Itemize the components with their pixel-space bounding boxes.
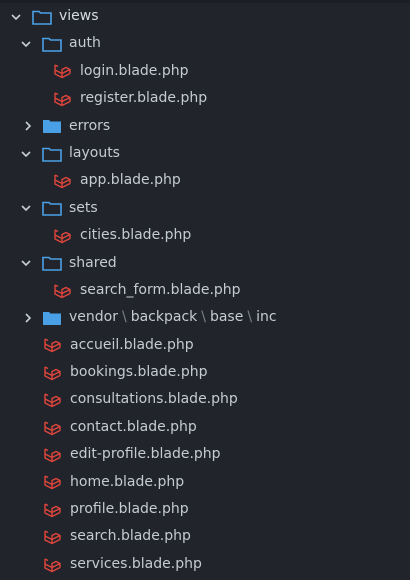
folder-label: layouts (69, 144, 120, 161)
folder-icon (42, 304, 62, 331)
path-separator: \ (247, 309, 253, 326)
file-label: profile.blade.php (70, 501, 189, 518)
tree-file[interactable]: search_form.blade.php (0, 277, 410, 304)
file-label: consultations.blade.php (70, 391, 238, 408)
file-label: search.blade.php (70, 528, 191, 545)
folder-label: views (59, 8, 99, 24)
chevron-right-icon[interactable] (22, 304, 34, 331)
laravel-icon (53, 85, 73, 112)
folder-label: errors (69, 117, 111, 134)
file-label: search_form.blade.php (80, 281, 241, 298)
tree-folder-errors[interactable]: errors (0, 113, 410, 140)
tree-file[interactable]: contact.blade.php (0, 414, 410, 441)
folder-open-icon (42, 195, 62, 222)
file-label: contact.blade.php (70, 418, 197, 435)
chevron-down-icon[interactable] (20, 140, 32, 167)
path-separator: \ (201, 309, 206, 326)
tree-file[interactable]: edit-profile.blade.php (0, 441, 410, 468)
tree-file[interactable]: search.blade.php (0, 523, 410, 550)
file-label: accueil.blade.php (70, 336, 194, 353)
tree-file[interactable]: bookings.blade.php (0, 359, 410, 386)
tree-file[interactable]: register.blade.php (0, 85, 410, 112)
tree-file[interactable]: login.blade.php (0, 58, 410, 85)
folder-open-icon (42, 30, 62, 57)
compact-folder-path: vendor \ backpack \ base \ inc (69, 304, 277, 331)
tree-file[interactable]: home.blade.php (0, 469, 410, 496)
folder-open-icon (42, 250, 62, 277)
path-segment: backpack (130, 309, 198, 326)
laravel-icon (43, 414, 63, 441)
folder-label: shared (69, 254, 117, 271)
file-label: services.blade.php (70, 555, 202, 572)
chevron-down-icon[interactable] (20, 195, 32, 222)
laravel-icon (43, 386, 63, 413)
tree-folder-views[interactable]: views (0, 3, 410, 30)
tree-file[interactable]: accueil.blade.php (0, 332, 410, 359)
file-tree: views auth login.blade.php register.blad… (0, 3, 410, 578)
path-segment: base (209, 309, 244, 326)
chevron-right-icon[interactable] (22, 113, 34, 140)
laravel-icon (43, 359, 63, 386)
tree-folder-shared[interactable]: shared (0, 250, 410, 277)
laravel-icon (43, 496, 63, 523)
laravel-icon (43, 469, 63, 496)
laravel-icon (43, 332, 63, 359)
laravel-icon (53, 277, 73, 304)
laravel-icon (53, 167, 73, 194)
tree-file[interactable]: profile.blade.php (0, 496, 410, 523)
file-label: register.blade.php (80, 90, 208, 107)
path-separator: \ (121, 309, 127, 326)
chevron-down-icon[interactable] (20, 250, 32, 277)
file-label: app.blade.php (80, 172, 181, 189)
chevron-down-icon[interactable] (10, 3, 22, 30)
folder-icon (42, 113, 62, 140)
laravel-icon (43, 551, 63, 578)
tree-folder-layouts[interactable]: layouts (0, 140, 410, 167)
folder-open-icon (32, 3, 52, 30)
path-segment: inc (256, 309, 277, 326)
path-segment: vendor (69, 309, 118, 326)
laravel-icon (43, 523, 63, 550)
chevron-down-icon[interactable] (20, 30, 32, 57)
file-label: login.blade.php (80, 62, 189, 79)
file-label: home.blade.php (70, 473, 185, 490)
tree-file[interactable]: cities.blade.php (0, 222, 410, 249)
tree-folder-auth[interactable]: auth (0, 30, 410, 57)
tree-folder-sets[interactable]: sets (0, 195, 410, 222)
tree-file[interactable]: services.blade.php (0, 551, 410, 578)
laravel-icon (53, 222, 73, 249)
tree-folder-vendor[interactable]: vendor \ backpack \ base \ inc (0, 304, 410, 331)
file-label: edit-profile.blade.php (70, 446, 221, 463)
folder-label: sets (69, 199, 98, 216)
file-label: cities.blade.php (80, 227, 192, 244)
file-label: bookings.blade.php (70, 364, 208, 381)
tree-file[interactable]: app.blade.php (0, 167, 410, 194)
laravel-icon (43, 441, 63, 468)
folder-label: auth (69, 35, 101, 52)
folder-open-icon (42, 140, 62, 167)
tree-file[interactable]: consultations.blade.php (0, 386, 410, 413)
laravel-icon (53, 58, 73, 85)
